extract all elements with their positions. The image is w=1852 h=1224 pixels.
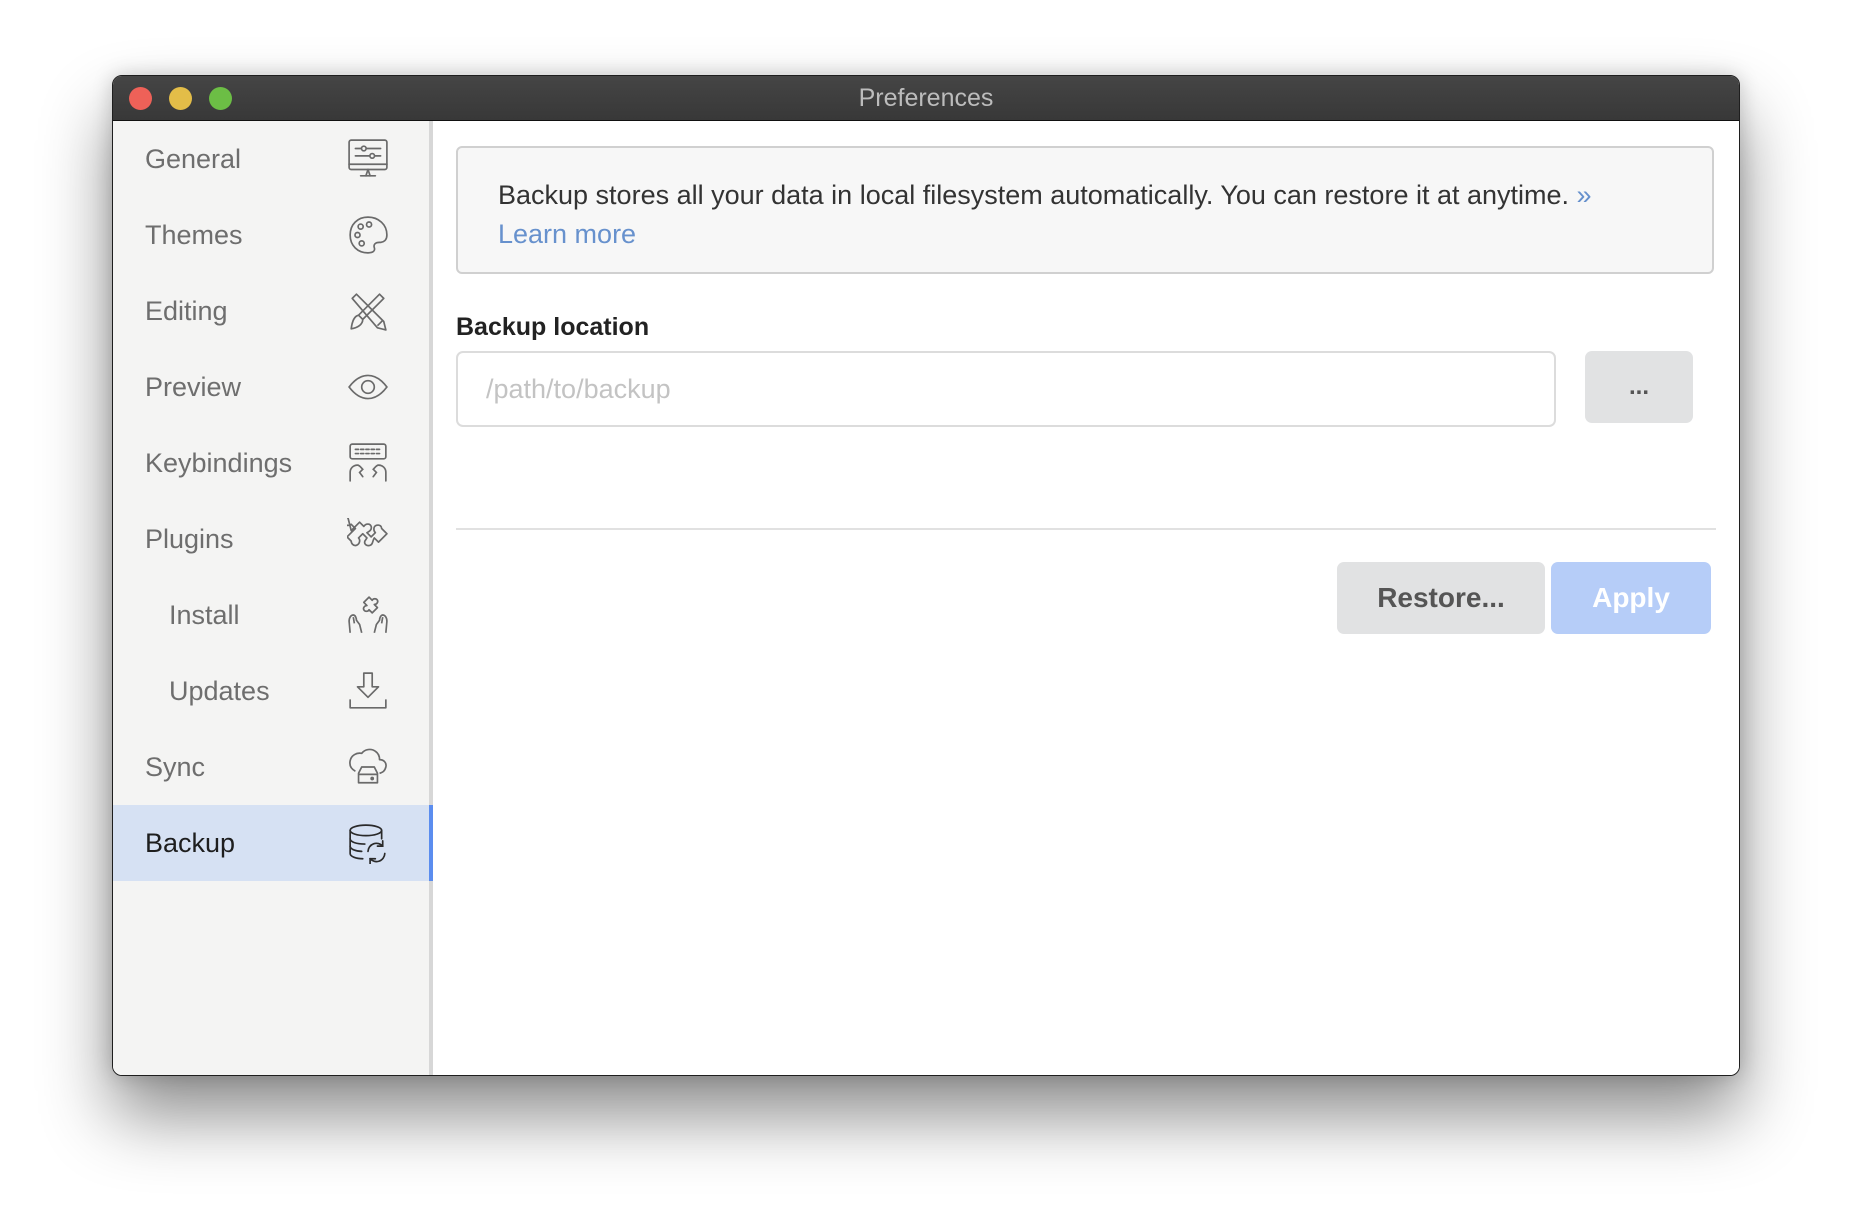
sidebar-item-backup[interactable]: Backup <box>113 805 433 881</box>
info-text: Backup stores all your data in local fil… <box>498 180 1570 210</box>
keyboard-hands-icon <box>347 442 389 484</box>
pencil-brush-icon <box>347 290 389 332</box>
sidebar-item-preview[interactable]: Preview <box>113 349 429 425</box>
sidebar-item-label: Themes <box>145 219 243 250</box>
preferences-window: Preferences General Themes Editing Previ… <box>112 75 1740 1076</box>
divider <box>456 528 1716 530</box>
sidebar-item-label: Keybindings <box>145 447 293 478</box>
sidebar-item-themes[interactable]: Themes <box>113 197 429 273</box>
sidebar-item-install[interactable]: Install <box>113 577 429 653</box>
apply-button[interactable]: Apply <box>1551 562 1711 634</box>
restore-button[interactable]: Restore... <box>1337 562 1545 634</box>
sidebar-item-sync[interactable]: Sync <box>113 729 429 805</box>
sidebar-item-label: Plugins <box>145 523 234 554</box>
sidebar-item-label: Install <box>169 599 240 630</box>
backup-panel: Backup stores all your data in local fil… <box>433 121 1739 1075</box>
info-box: Backup stores all your data in local fil… <box>456 146 1714 274</box>
monitor-sliders-icon <box>347 138 389 180</box>
learn-more-arrow[interactable]: » <box>1577 180 1592 210</box>
backup-location-label: Backup location <box>456 313 650 341</box>
window-title: Preferences <box>858 84 994 112</box>
sidebar-item-label: Preview <box>145 371 242 402</box>
learn-more-link[interactable]: Learn more <box>498 219 636 249</box>
hands-puzzle-icon <box>347 594 389 636</box>
sidebar: General Themes Editing Preview Keybindin… <box>113 121 433 1075</box>
backup-location-input[interactable] <box>456 351 1556 427</box>
sidebar-item-label: Editing <box>145 295 228 326</box>
browse-button[interactable]: ... <box>1585 351 1693 423</box>
sidebar-item-label: Sync <box>145 751 206 782</box>
sidebar-item-editing[interactable]: Editing <box>113 273 429 349</box>
cloud-drive-icon <box>347 746 389 788</box>
title-bar: Preferences <box>113 76 1739 121</box>
eye-icon <box>347 366 389 408</box>
sidebar-item-plugins[interactable]: Plugins <box>113 501 429 577</box>
sidebar-item-label: Updates <box>169 675 270 706</box>
download-icon <box>347 670 389 712</box>
sidebar-item-general[interactable]: General <box>113 121 429 197</box>
puzzle-icon <box>342 516 389 560</box>
sidebar-item-label: General <box>145 143 242 174</box>
sidebar-item-updates[interactable]: Updates <box>113 653 429 729</box>
palette-icon <box>347 214 389 256</box>
sidebar-item-keybindings[interactable]: Keybindings <box>113 425 429 501</box>
database-sync-icon <box>347 822 389 865</box>
sidebar-item-label: Backup <box>145 827 236 858</box>
